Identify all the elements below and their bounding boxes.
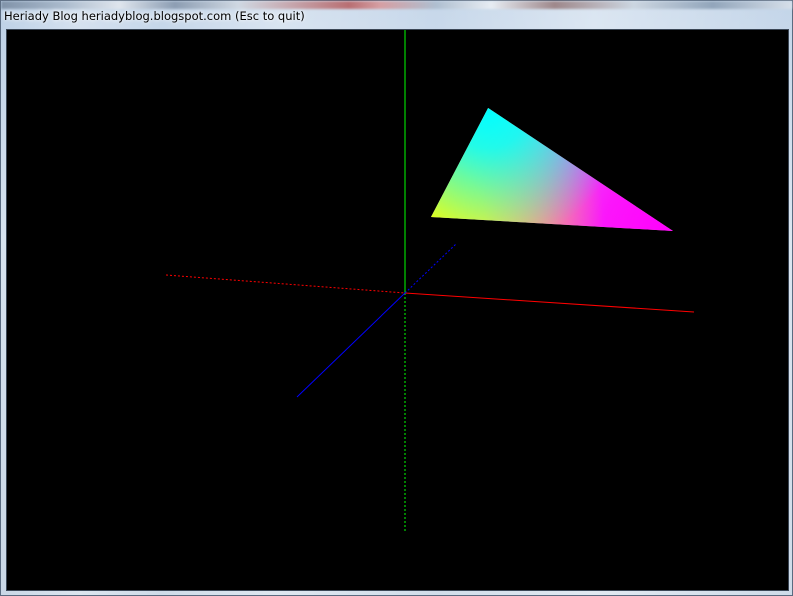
title-bar[interactable]: Heriady Blog heriadyblog.blogspot.com (E… [1, 7, 792, 25]
gradient-triangle [431, 108, 673, 231]
opengl-viewport[interactable] [6, 29, 789, 591]
window-title: Heriady Blog heriadyblog.blogspot.com (E… [4, 9, 305, 23]
triangle-layer [7, 30, 790, 592]
app-window: Heriady Blog heriadyblog.blogspot.com (E… [0, 0, 793, 596]
